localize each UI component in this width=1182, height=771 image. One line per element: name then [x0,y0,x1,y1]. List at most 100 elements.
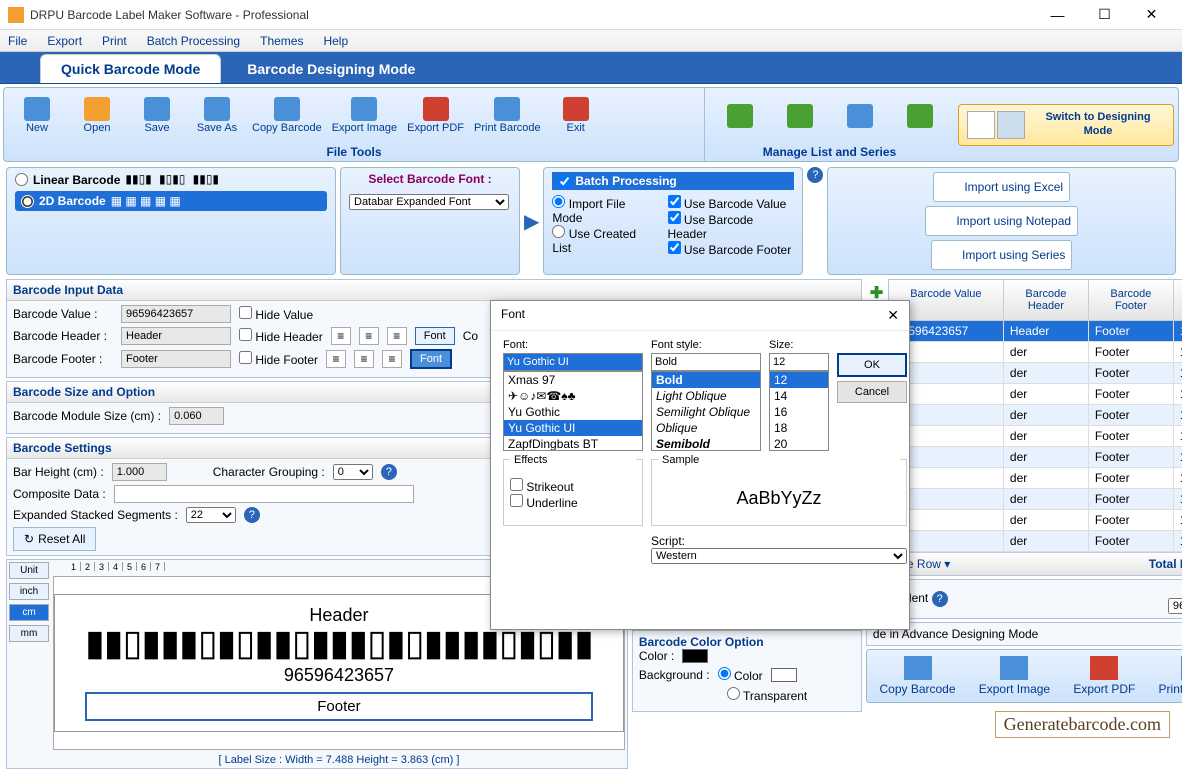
menu-batch[interactable]: Batch Processing [147,34,240,48]
unit-inch-button[interactable]: inch [9,583,49,600]
menu-help[interactable]: Help [323,34,348,48]
segments-select[interactable]: 22 [186,507,236,523]
export-pdf-button-2[interactable]: Export PDF [1073,656,1135,696]
barcode-value-input[interactable] [121,305,231,323]
import-series-button[interactable]: Import using Series [931,240,1072,270]
new-button[interactable]: New [12,91,62,140]
font-list[interactable]: Xmas 97 ✈☺♪✉☎♠♣ Yu Gothic Yu Gothic UI Z… [503,371,643,451]
script-select[interactable]: Western [651,548,907,564]
underline-check[interactable] [510,494,523,507]
import-excel-button[interactable]: Import using Excel [933,172,1070,202]
data-grid[interactable]: 96596423657HeaderFooter1 derFooter1 derF… [889,321,1182,552]
unit-cm-button[interactable]: cm [9,604,49,621]
batch-processing-check[interactable] [558,175,571,188]
menu-themes[interactable]: Themes [260,34,303,48]
switch-mode-button[interactable]: Switch to Designing Mode [958,104,1174,146]
font-name-input[interactable] [503,353,643,371]
window-title: DRPU Barcode Label Maker Software - Prof… [30,8,1035,22]
font-style-input[interactable] [651,353,761,371]
help-icon[interactable]: ? [807,167,823,183]
use-footer-check[interactable] [668,241,681,254]
barcode-header-input[interactable] [121,327,231,345]
exit-button[interactable]: Exit [551,91,601,140]
close-button[interactable]: ✕ [1129,1,1174,29]
main-tabs: Quick Barcode Mode Barcode Designing Mod… [0,52,1182,84]
footer-font-button[interactable]: Font [410,349,452,369]
help-icon[interactable]: ? [932,591,948,607]
manage-label: Manage List and Series [705,143,954,161]
import-notepad-button[interactable]: Import using Notepad [925,206,1078,236]
manage-swap-icon[interactable] [895,91,945,140]
unit-mm-button[interactable]: mm [9,625,49,642]
print-barcode-button-2[interactable]: Print Barcode [1159,656,1182,696]
bg-transparent-radio[interactable] [727,687,740,700]
minimize-button[interactable]: — [1035,1,1080,29]
align-left-button[interactable]: ≡ [331,327,351,345]
arrow-icon: ▶ [524,209,539,234]
menu-export[interactable]: Export [47,34,82,48]
total-rows-label: Total Rows : 20 [1149,557,1182,571]
dpi-select[interactable]: 96 [1168,598,1182,614]
composite-input[interactable] [114,485,414,503]
file-tools-label: File Tools [4,143,704,161]
barcode-font-select[interactable]: Databar Expanded Font [349,194,509,210]
reset-all-button[interactable]: ↻ Reset All [13,527,96,551]
linear-barcode-radio[interactable]: Linear Barcode▮▮▯▮ ▮▯▮▯ ▮▮▯▮ [15,172,327,187]
strikeout-check[interactable] [510,478,523,491]
font-sample: AaBbYyZz [658,478,900,519]
toolbar: New Open Save Save As Copy Barcode Expor… [3,87,1179,162]
footer-align-left[interactable]: ≡ [326,350,346,368]
preview-footer: Footer [85,692,593,721]
font-dialog-title: Font [501,307,525,324]
font-dialog-close[interactable]: ✕ [887,307,899,324]
menu-print[interactable]: Print [102,34,127,48]
bar-height-input[interactable] [112,463,167,481]
manage-list-icon[interactable] [775,91,825,140]
module-size-input[interactable] [169,407,224,425]
copy-barcode-button[interactable]: Copy Barcode [252,91,322,140]
print-barcode-button[interactable]: Print Barcode [474,91,541,140]
bg-color-swatch[interactable] [771,668,797,682]
export-pdf-button[interactable]: Export PDF [407,91,464,140]
hide-value-check[interactable] [239,306,252,319]
footer-align-right[interactable]: ≡ [382,350,402,368]
import-file-radio[interactable] [552,195,565,208]
font-ok-button[interactable]: OK [837,353,907,377]
2d-barcode-radio[interactable]: 2D Barcode▦ ▦ ▦ ▦ ▦ [15,191,327,211]
created-list-radio[interactable] [552,225,565,238]
label-size-text: [ Label Size : Width = 7.488 Height = 3.… [51,752,627,768]
menu-file[interactable]: File [8,34,27,48]
bg-color-radio[interactable] [718,667,731,680]
copy-barcode-button-2[interactable]: Copy Barcode [879,656,955,696]
barcode-footer-input[interactable] [121,350,231,368]
export-image-button[interactable]: Export Image [332,91,397,140]
use-value-check[interactable] [668,195,681,208]
char-group-select[interactable]: 0 [333,464,373,480]
bc-color-swatch[interactable] [682,649,708,663]
use-header-check[interactable] [668,211,681,224]
tab-designing-mode[interactable]: Barcode Designing Mode [227,55,435,83]
hide-footer-check[interactable] [239,351,252,364]
font-dialog: Font ✕ Font: Xmas 97 ✈☺♪✉☎♠♣ Yu Gothic Y… [490,300,910,630]
header-font-button[interactable]: Font [415,327,455,345]
align-center-button[interactable]: ≡ [359,327,379,345]
select-font-label: Select Barcode Font : [349,172,511,186]
hide-header-check[interactable] [239,328,252,341]
open-button[interactable]: Open [72,91,122,140]
tab-quick-barcode[interactable]: Quick Barcode Mode [40,54,221,83]
watermark: Generatebarcode.com [995,711,1170,738]
help-icon[interactable]: ? [381,464,397,480]
saveas-button[interactable]: Save As [192,91,242,140]
font-size-input[interactable] [769,353,829,371]
manage-edit-icon[interactable] [715,91,765,140]
font-size-list[interactable]: 12 14 16 18 20 22 24 [769,371,829,451]
align-right-button[interactable]: ≡ [387,327,407,345]
footer-align-center[interactable]: ≡ [354,350,374,368]
help-icon[interactable]: ? [244,507,260,523]
manage-fx-icon[interactable] [835,91,885,140]
font-style-list[interactable]: Bold Light Oblique Semilight Oblique Obl… [651,371,761,451]
save-button[interactable]: Save [132,91,182,140]
maximize-button[interactable]: ☐ [1082,1,1127,29]
font-cancel-button[interactable]: Cancel [837,381,907,403]
export-image-button-2[interactable]: Export Image [979,656,1050,696]
